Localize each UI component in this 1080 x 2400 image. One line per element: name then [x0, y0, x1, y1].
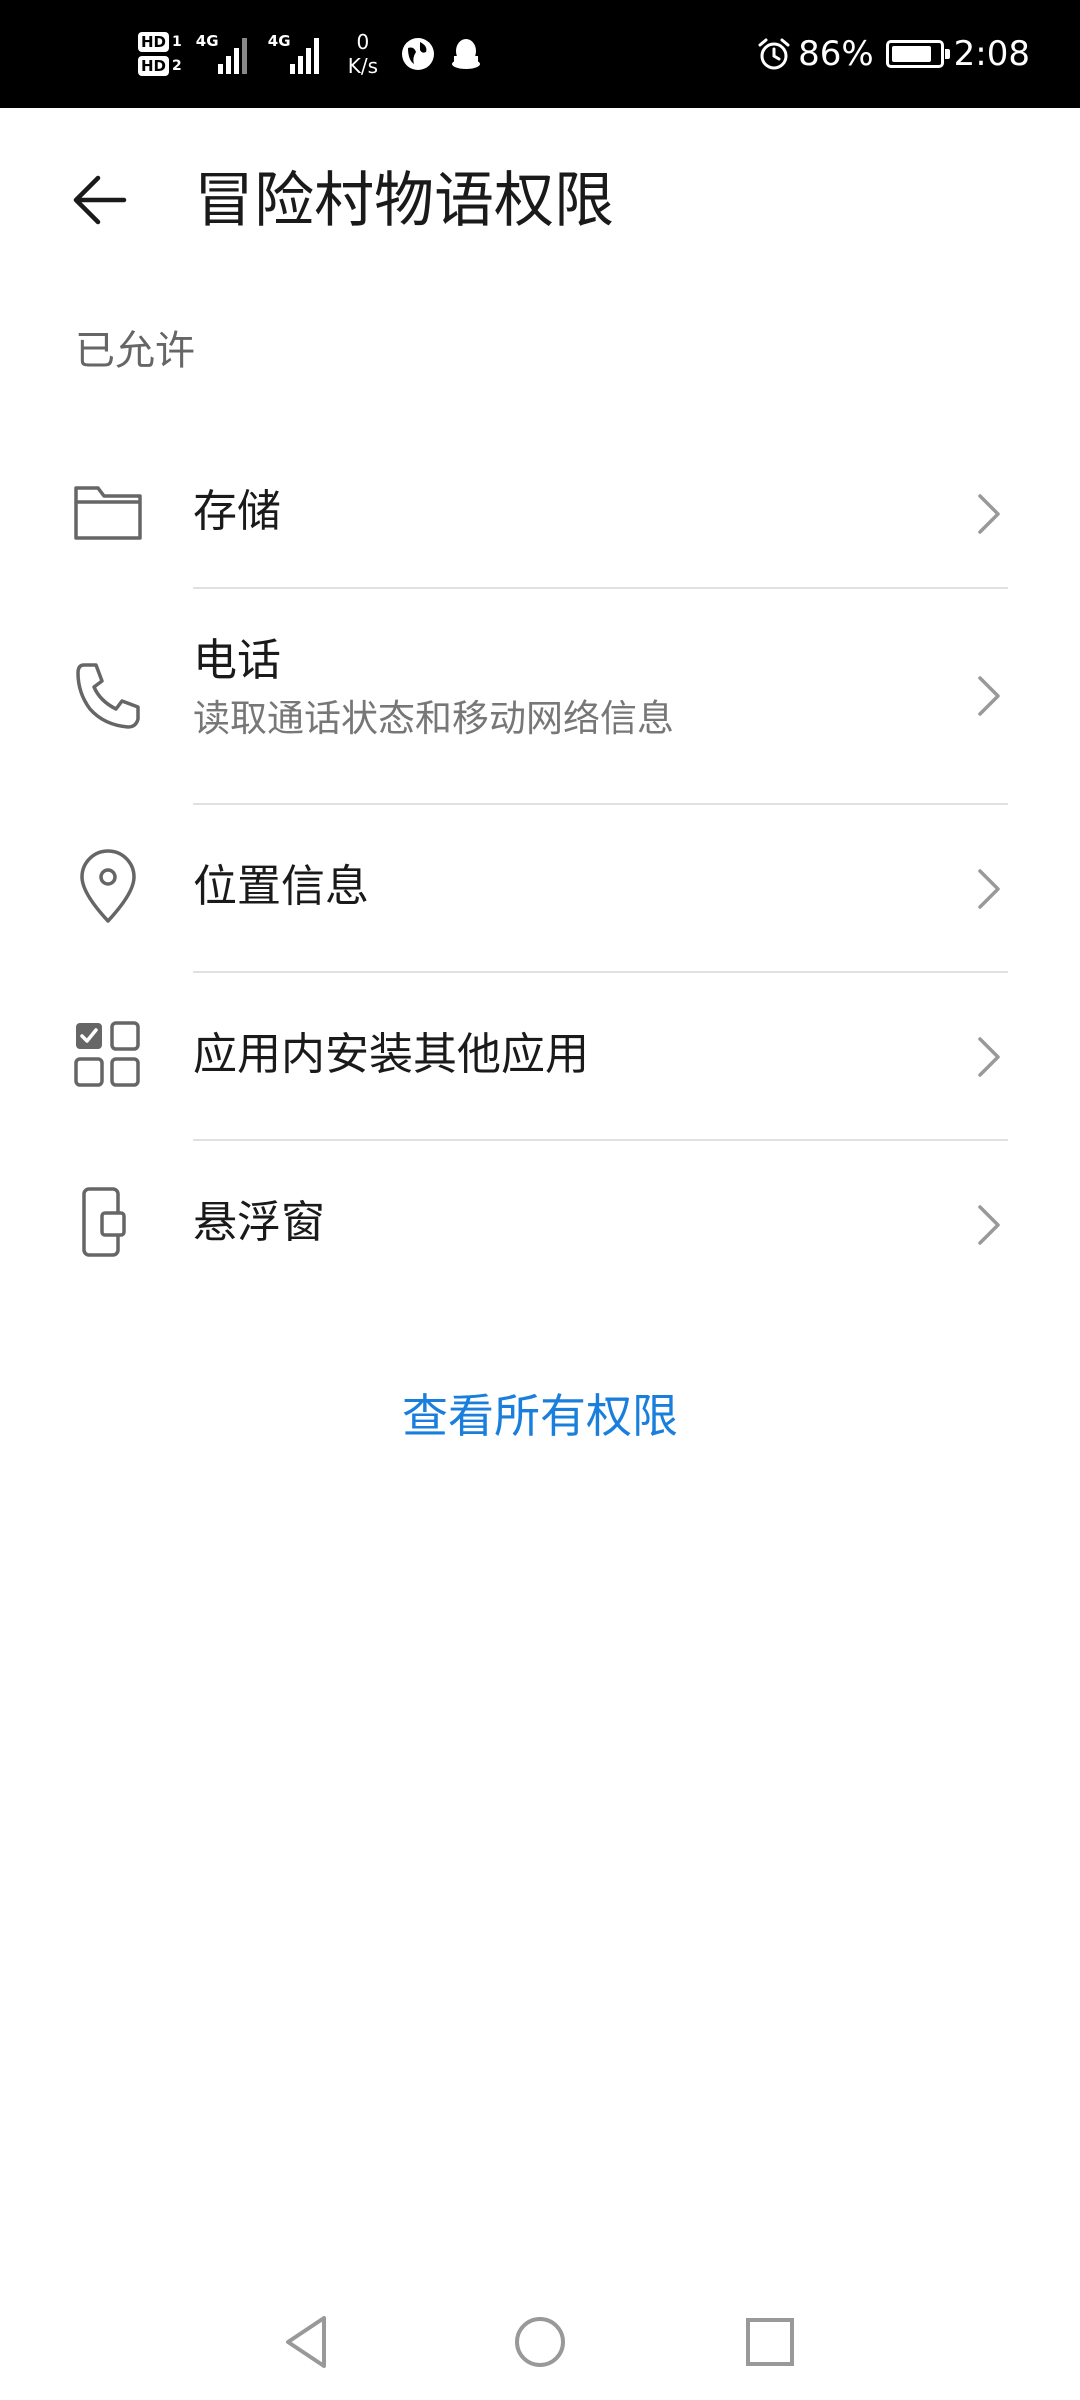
hd-icon: HD: [138, 56, 170, 76]
status-bar: HD 1 HD 2 4G 4G 0 K/s 86% 2:08: [0, 0, 1080, 108]
permission-item-install-apps[interactable]: 应用内安装其他应用: [0, 973, 1080, 1139]
network-speed: 0 K/s: [348, 30, 378, 78]
permission-label: 位置信息: [193, 861, 369, 912]
signal-icon: 4G: [268, 32, 326, 76]
chevron-right-icon: [978, 1037, 1000, 1077]
chevron-right-icon: [978, 494, 1000, 534]
permission-label: 存储: [193, 486, 281, 537]
navigation-bar: [0, 2290, 1080, 2390]
screen: HD 1 HD 2 4G 4G 0 K/s 86% 2:08 冒险村物语权限 已…: [0, 0, 1080, 2400]
qq-icon: [452, 39, 481, 69]
permission-label: 电话: [193, 635, 281, 686]
hd-indicators: HD 1 HD 2: [138, 32, 182, 76]
location-pin-icon: [80, 849, 136, 923]
floating-window-icon: [82, 1187, 126, 1257]
chevron-right-icon: [978, 1205, 1000, 1245]
hd-indicator-1: HD 1: [138, 32, 182, 52]
battery-fill: [891, 46, 932, 62]
back-triangle-icon[interactable]: [276, 2310, 340, 2374]
speed-unit: K/s: [347, 54, 379, 78]
back-button[interactable]: [68, 160, 148, 240]
permission-text: 电话 读取通话状态和移动网络信息: [193, 631, 674, 747]
permission-label: 应用内安装其他应用: [193, 1029, 589, 1080]
permission-text: 应用内安装其他应用: [193, 1025, 589, 1085]
browser-icon: [402, 38, 435, 70]
battery-percent: 86%: [798, 34, 874, 74]
permission-text: 存储: [193, 482, 281, 542]
section-label: 已允许: [75, 328, 195, 374]
chevron-right-icon: [978, 869, 1000, 909]
home-circle-icon[interactable]: [508, 2310, 572, 2374]
page-title: 冒险村物语权限: [194, 166, 614, 236]
permission-text: 位置信息: [193, 857, 369, 917]
battery-icon: [885, 40, 950, 68]
permission-item-phone[interactable]: 电话 读取通话状态和移动网络信息: [0, 589, 1080, 803]
hd-sim-number: 1: [172, 34, 182, 50]
hd-sim-number: 2: [172, 58, 182, 74]
app-header: 冒险村物语权限: [0, 108, 1080, 278]
alarm-icon: [758, 38, 790, 70]
clock: 2:08: [953, 34, 1030, 74]
recents-square-icon[interactable]: [738, 2310, 802, 2374]
app-grid-icon: [74, 1021, 140, 1087]
permission-label: 悬浮窗: [193, 1197, 325, 1248]
status-bar-left: HD 1 HD 2 4G 4G 0 K/s: [138, 0, 496, 108]
permission-text: 悬浮窗: [193, 1193, 325, 1253]
permission-subtitle: 读取通话状态和移动网络信息: [193, 697, 674, 740]
hd-icon: HD: [138, 32, 170, 52]
permission-item-floating-window[interactable]: 悬浮窗: [0, 1141, 1080, 1307]
phone-icon: [76, 663, 140, 729]
folder-icon: [74, 486, 142, 540]
view-all-permissions-link[interactable]: 查看所有权限: [0, 1380, 1080, 1446]
permission-item-location[interactable]: 位置信息: [0, 805, 1080, 971]
chevron-right-icon: [978, 676, 1000, 716]
hd-indicator-2: HD 2: [138, 56, 182, 76]
signal-icon: 4G: [196, 32, 254, 76]
speed-value: 0: [356, 30, 370, 54]
arrow-left-icon: [73, 175, 127, 225]
permission-item-storage[interactable]: 存储: [0, 440, 1080, 588]
status-bar-right: 86% 2:08: [756, 0, 1030, 108]
